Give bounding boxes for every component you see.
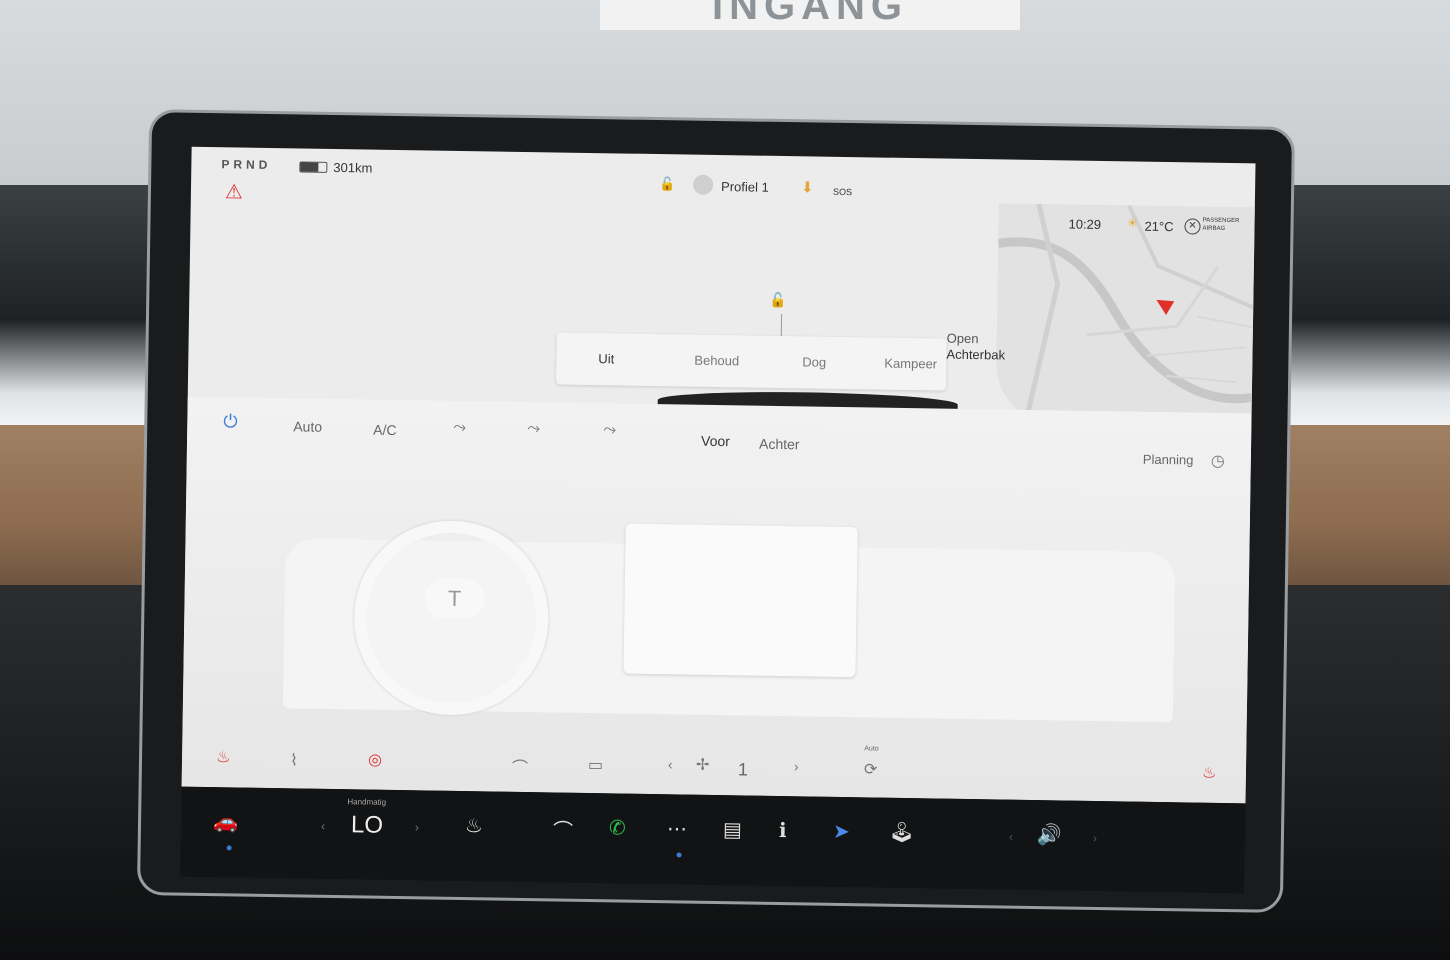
display-bezel: PRND 301km ⚠ 🔓 Profiel 1 ⬇ SOS 10:29 ☀ 2… [136,109,1296,913]
rear-defrost-icon[interactable]: ⌇ [290,750,298,770]
volume-increase-icon[interactable]: › [1093,831,1097,845]
driver-seat-heater-icon[interactable]: ♨ [216,747,231,767]
temp-decrease-icon[interactable]: ‹ [321,819,325,833]
recirculation-mode-label: Auto [864,745,879,753]
mode-behoud[interactable]: Behoud [694,353,739,369]
climate-keeper-menu: Uit Behoud Dog Kampeer [555,332,947,391]
sos-button[interactable]: SOS [833,187,852,197]
defrost-icon[interactable]: ⌒ [553,814,573,843]
active-indicator-apps [676,852,682,858]
steering-heater-icon[interactable]: ◎ [368,750,382,770]
lock-icon[interactable]: 🔓 [659,176,675,192]
tesla-logo-icon: T [424,578,485,620]
airbag-status-line1: PASSENGER [1202,217,1240,225]
clock-text: 10:29 [1068,216,1102,233]
battery-icon [299,161,328,173]
car-icon[interactable]: 🚗 [213,809,238,834]
volume-decrease-icon[interactable]: ‹ [1009,830,1013,844]
trunk-name-label[interactable]: Achterbak [946,347,1005,363]
phone-icon[interactable]: ✆ [609,815,626,840]
planning-button[interactable]: Planning [1143,452,1194,468]
calendar-icon[interactable]: ▤ [723,817,742,842]
airflow-face-icon[interactable]: ⤳ [453,419,466,437]
fan-increase-icon[interactable]: › [794,758,799,774]
fan-decrease-icon[interactable]: ‹ [668,756,673,772]
fan-icon: ✢ [695,756,710,774]
mode-kampeer[interactable]: Kampeer [884,356,937,372]
tab-front[interactable]: Voor [701,433,730,449]
rear-window-defrost-icon[interactable]: ▭ [588,755,603,775]
temp-mode-label: Handmatig [347,797,387,807]
airflow-feet-icon[interactable]: ⤳ [603,421,616,439]
ac-button[interactable]: A/C [373,422,397,438]
more-apps-icon[interactable]: ⋯ [667,816,687,841]
trunk-open-label[interactable]: Open [947,331,979,346]
manual-icon[interactable]: ℹ [779,818,787,843]
recirculation-icon[interactable]: ⟳ [864,759,878,779]
tab-rear[interactable]: Achter [759,436,800,453]
climate-panel: ⏻ Auto A/C ⤳ ⤳ ⤳ Voor Achter Planning ◷ … [181,396,1252,804]
background-sign: INGANG [600,0,1020,30]
power-icon[interactable]: ⏻ [223,411,238,432]
profile-avatar-icon[interactable] [692,174,714,195]
download-icon[interactable]: ⬇ [801,178,814,196]
center-screen-render [623,523,858,678]
airflow-face-feet-icon[interactable]: ⤳ [527,420,540,438]
volume-icon[interactable]: 🔊 [1037,822,1062,847]
clock-icon[interactable]: ◷ [1211,451,1225,471]
profile-name[interactable]: Profiel 1 [721,179,769,195]
temperature-text: 21°C [1144,218,1174,235]
weather-icon: ☀ [1126,215,1139,231]
front-defrost-icon[interactable]: ⌒ [512,754,528,778]
active-indicator-car [226,845,232,851]
navigation-map[interactable]: 10:29 ☀ 21°C ✕ PASSENGER AIRBAG [995,203,1255,428]
passenger-seat-heater-icon[interactable]: ♨ [1202,763,1217,783]
navigation-icon[interactable]: ➤ [833,819,850,844]
auto-button[interactable]: Auto [293,418,322,434]
taskbar: 🚗 ‹ Handmatig LO › ♨ ⌒ ✆ ⋯ ▤ ℹ ➤ 🕹 ‹ 🔊 › [180,786,1246,894]
trunk-lock-icon[interactable]: 🔓 [769,292,787,309]
fan-speed-value: 1 [737,759,749,780]
temp-value[interactable]: LO [351,811,383,839]
temp-increase-icon[interactable]: › [415,820,419,834]
airbag-status: PASSENGER AIRBAG [1202,217,1239,234]
toybox-icon[interactable]: 🕹 [889,820,915,845]
seatbelt-warning-icon: ⚠ [224,181,244,204]
gear-indicator: PRND [221,157,272,172]
mode-uit[interactable]: Uit [598,351,614,366]
mode-dog[interactable]: Dog [802,354,826,369]
airbag-status-line2: AIRBAG [1202,225,1226,232]
range-text: 301km [333,159,373,176]
seat-heater-icon[interactable]: ♨ [465,813,483,838]
trunk-pointer-line [780,313,783,337]
touchscreen: PRND 301km ⚠ 🔓 Profiel 1 ⬇ SOS 10:29 ☀ 2… [181,146,1256,804]
